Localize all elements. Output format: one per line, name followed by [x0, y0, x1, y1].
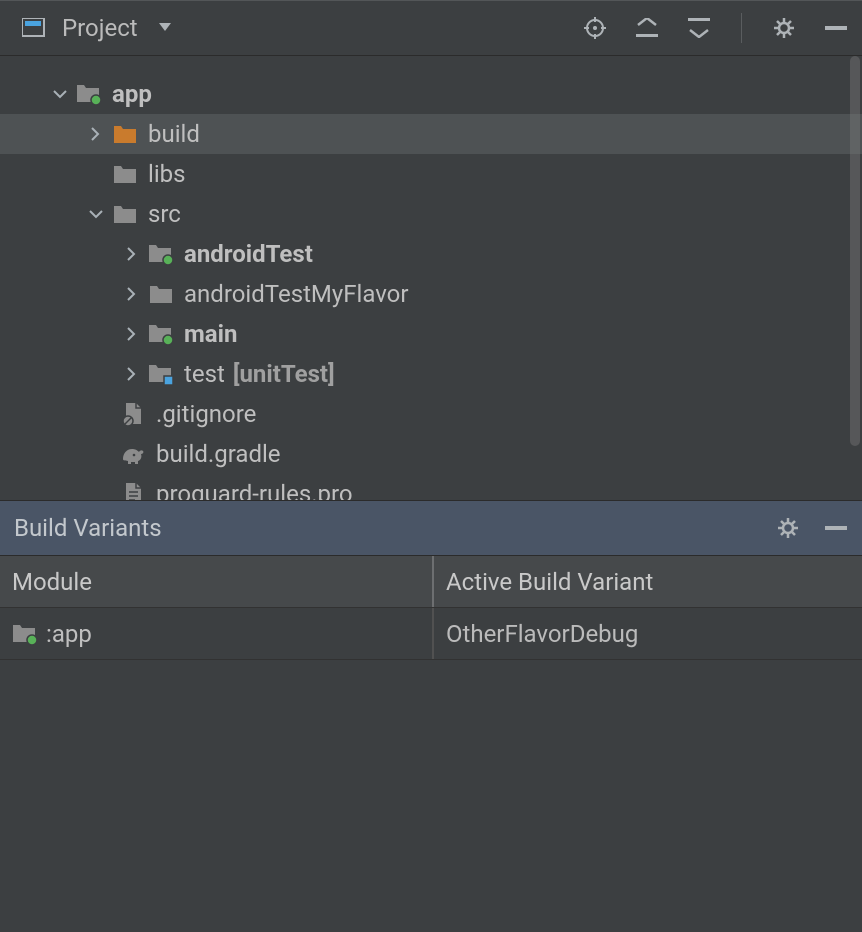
folder-icon [110, 119, 140, 149]
project-tree[interactable]: .idea app build libs src androidTest and… [0, 56, 862, 500]
column-header-module[interactable]: Module [0, 556, 432, 607]
tree-item-app[interactable]: app [0, 74, 862, 114]
gradle-icon [118, 439, 148, 469]
tree-item-androidtest[interactable]: androidTest [0, 234, 862, 274]
folder-icon [146, 279, 176, 309]
tree-suffix: [unitTest] [233, 360, 335, 388]
tree-label: app [112, 80, 152, 108]
table-header-row: Module Active Build Variant [0, 556, 862, 608]
chevron-right-icon[interactable] [118, 320, 146, 348]
table-row[interactable]: :app OtherFlavorDebug [0, 608, 862, 660]
tree-item-libs[interactable]: libs [0, 154, 862, 194]
test-folder-icon [146, 359, 176, 389]
tree-item-androidtestmyflavor[interactable]: androidTestMyFlavor [0, 274, 862, 314]
dropdown-icon [150, 12, 182, 44]
module-folder-icon [146, 319, 176, 349]
build-variants-panel: Module Active Build Variant :app OtherFl… [0, 556, 862, 932]
tree-item-gitignore[interactable]: .gitignore [0, 394, 862, 434]
chevron-right-icon[interactable] [118, 280, 146, 308]
chevron-right-icon[interactable] [82, 120, 110, 148]
tree-label: test [184, 360, 225, 388]
folder-icon [110, 199, 140, 229]
tree-label: libs [148, 160, 186, 188]
chevron-down-icon[interactable] [46, 80, 74, 108]
module-folder-icon [74, 79, 104, 109]
tree-label: androidTestMyFlavor [184, 280, 408, 308]
panel-title: Build Variants [14, 514, 772, 542]
variant-cell[interactable]: OtherFlavorDebug [432, 608, 862, 659]
expand-all-button[interactable] [631, 12, 663, 44]
chevron-right-icon[interactable] [118, 240, 146, 268]
tree-item-proguard[interactable]: proguard-rules.pro [0, 474, 862, 500]
tree-label: build [148, 120, 200, 148]
column-header-variant[interactable]: Active Build Variant [432, 556, 862, 607]
tree-item-test[interactable]: test [unitTest] [0, 354, 862, 394]
panel-title: Project [62, 14, 138, 42]
build-variants-header: Build Variants [0, 500, 862, 556]
tree-label: androidTest [184, 240, 313, 268]
tree-label: main [184, 320, 237, 348]
select-opened-file-button[interactable] [579, 12, 611, 44]
tree-item-build[interactable]: build [0, 114, 862, 154]
hide-panel-button[interactable] [820, 12, 852, 44]
folder-icon [110, 159, 140, 189]
tree-item-buildgradle[interactable]: build.gradle [0, 434, 862, 474]
tree-item-src[interactable]: src [0, 194, 862, 234]
tree-label: src [148, 200, 181, 228]
module-folder-icon [12, 622, 38, 646]
tree-label: build.gradle [156, 440, 281, 468]
module-name: :app [46, 620, 92, 648]
project-view-icon [18, 12, 50, 44]
chevron-down-icon[interactable] [82, 200, 110, 228]
collapse-all-button[interactable] [683, 12, 715, 44]
module-cell[interactable]: :app [0, 608, 432, 659]
tree-label: proguard-rules.pro [156, 480, 353, 500]
module-folder-icon [146, 239, 176, 269]
tree-label: .gitignore [156, 400, 256, 428]
settings-button[interactable] [768, 12, 800, 44]
chevron-right-icon[interactable] [118, 360, 146, 388]
build-variants-table: Module Active Build Variant :app OtherFl… [0, 556, 862, 660]
scrollbar-thumb[interactable] [850, 56, 860, 446]
project-panel-header: Project [0, 0, 862, 56]
file-ignore-icon [118, 399, 148, 429]
tree-item-main[interactable]: main [0, 314, 862, 354]
hide-panel-button[interactable] [820, 512, 852, 544]
scrollbar[interactable] [848, 56, 862, 500]
settings-button[interactable] [772, 512, 804, 544]
project-view-selector[interactable]: Project [18, 12, 579, 44]
separator [741, 13, 742, 43]
file-icon [118, 479, 148, 500]
